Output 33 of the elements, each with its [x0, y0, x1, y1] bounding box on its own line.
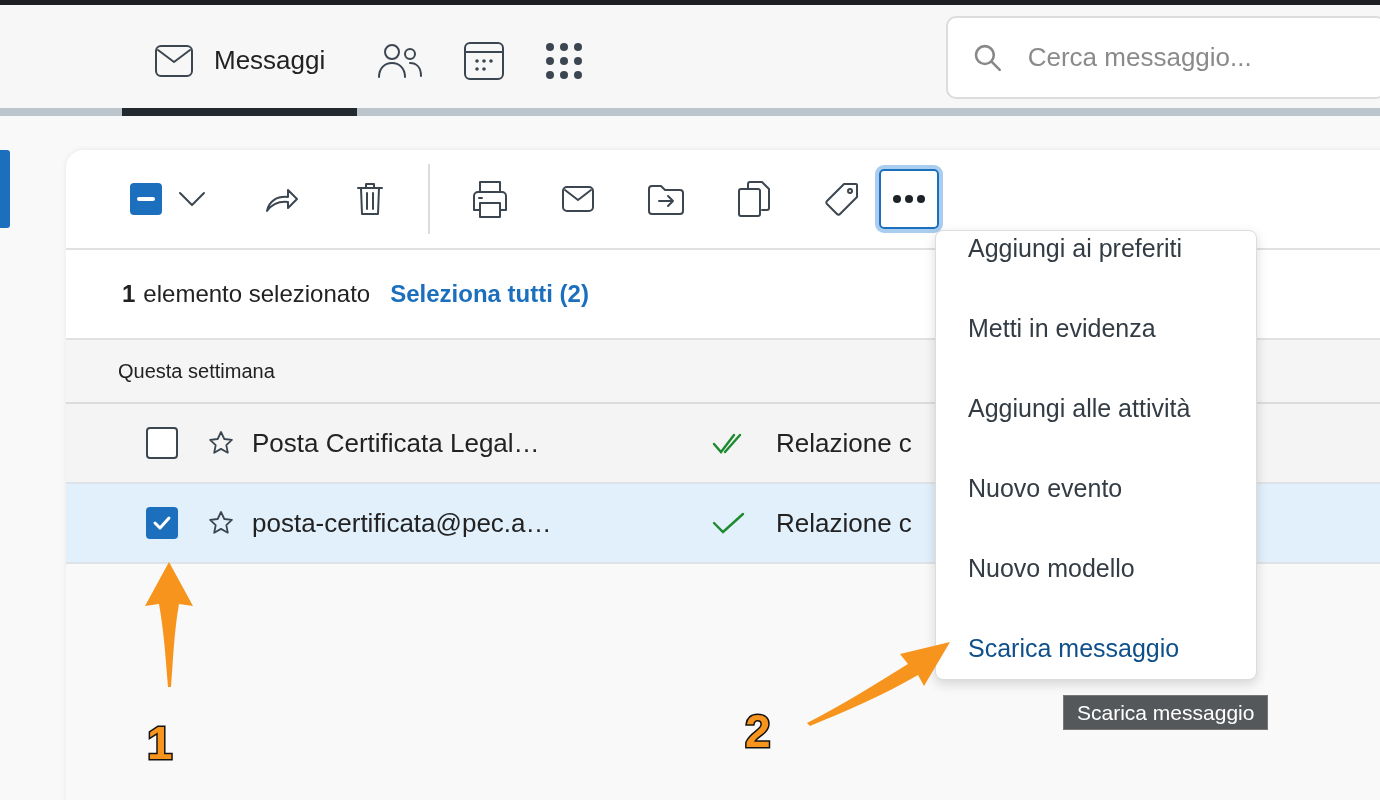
menu-item[interactable]: Nuovo modello [936, 529, 1256, 609]
annotation-number: 2 [745, 708, 771, 754]
search-field[interactable]: Cerca messaggio... [946, 16, 1380, 99]
message-subject: Relazione c [776, 506, 912, 540]
checkbox[interactable] [146, 507, 178, 539]
menu-item[interactable]: Metti in evidenza [936, 289, 1256, 369]
checkmark-icon [152, 515, 172, 531]
select-all-checkbox[interactable] [130, 183, 162, 215]
message-subject: Relazione c [776, 426, 912, 460]
star-icon[interactable] [208, 510, 234, 536]
mail-icon [154, 43, 194, 78]
menu-item[interactable]: Aggiungi ai preferiti [936, 231, 1256, 289]
menu-item[interactable]: Scarica messaggio [936, 609, 1256, 679]
sender-name: posta-certificata@pec.a… [252, 506, 553, 540]
search-input[interactable]: Cerca messaggio... [1027, 38, 1380, 77]
more-icon [893, 195, 925, 203]
star-icon[interactable] [208, 430, 234, 456]
menu-item[interactable]: Nuovo evento [936, 449, 1256, 529]
annotation-number: 1 [147, 720, 173, 766]
selection-count: 1 [122, 279, 136, 309]
sender-name: Posta Certificata Legal… [252, 426, 541, 460]
tooltip: Scarica messaggio [1063, 695, 1269, 730]
selection-text: elemento selezionato [143, 279, 371, 309]
group-header: Questa settimana [118, 359, 275, 384]
nav-tab[interactable]: Messaggi [122, 5, 358, 116]
search-icon [974, 43, 1002, 72]
menu-item[interactable]: Aggiungi alle attività [936, 369, 1256, 449]
app-grid-icon[interactable] [545, 41, 584, 80]
checkbox[interactable] [146, 427, 178, 459]
select-all-link[interactable]: Seleziona tutti (2) [390, 276, 589, 312]
check-icon [712, 512, 746, 534]
calendar-icon[interactable] [463, 40, 506, 81]
people-icon[interactable] [377, 42, 424, 79]
